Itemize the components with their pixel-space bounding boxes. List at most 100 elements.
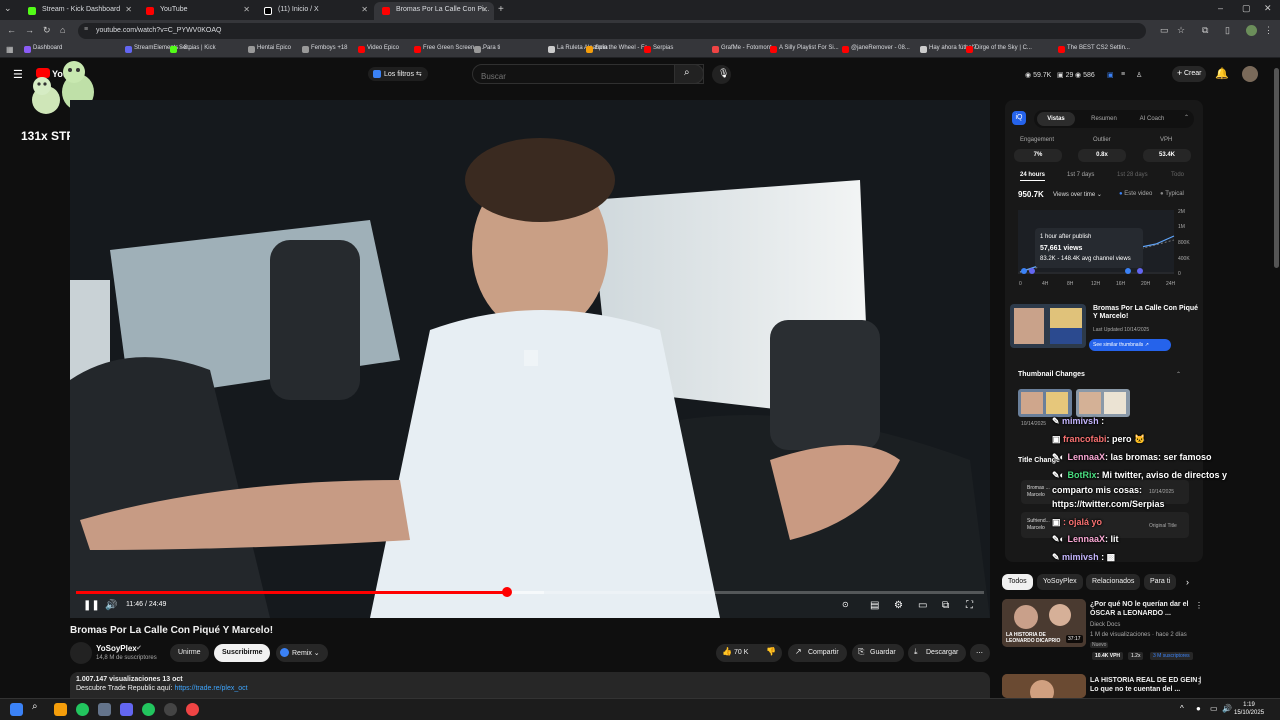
bookmark-item[interactable]: GrafMe - Fotomont... [712, 45, 777, 53]
bookmark-item[interactable]: Video Epico [358, 45, 399, 53]
bookmark-item[interactable]: Serpias [644, 45, 673, 53]
bookmark-item[interactable]: Free Green Screen -... [414, 45, 483, 53]
chip-for-you[interactable]: Para ti [1144, 574, 1177, 590]
page-scrollbar[interactable] [1273, 60, 1280, 698]
recommended-title[interactable]: ¿Por qué NO le querían dar el ÓSCAR a LE… [1090, 600, 1202, 618]
sidebar-icon[interactable]: ▯ [1225, 25, 1230, 36]
tab-youtube[interactable]: YouTube ✕ [138, 2, 256, 20]
tab-active-video[interactable]: Bromas Por La Calle Con Pi... ✕ [374, 2, 494, 20]
search-button[interactable]: ⌕ [674, 64, 704, 84]
scrubber-handle[interactable] [501, 587, 512, 597]
channel-name[interactable]: YoSoyPlex [96, 644, 137, 653]
save-button[interactable]: ⎘ Guardar [852, 644, 904, 662]
video-thumbnail-card[interactable] [1010, 304, 1086, 348]
spotify-icon[interactable] [142, 703, 155, 716]
notifications-bell-icon[interactable]: 🔔 [1215, 67, 1229, 80]
close-icon[interactable]: ✕ [243, 5, 250, 14]
join-button[interactable]: Unirme [170, 644, 209, 662]
channel-avatar[interactable] [70, 642, 92, 664]
site-info-icon[interactable]: ≡ [84, 26, 88, 33]
bookmark-item[interactable]: Femboys +18 [302, 45, 348, 53]
tray-chevron-icon[interactable]: ^ [1180, 704, 1184, 713]
create-button[interactable]: + Crear [1172, 66, 1206, 82]
filters-button[interactable]: Los filtros ⇆ [368, 67, 428, 81]
collapse-icon[interactable]: ⌃ [1176, 371, 1181, 378]
pause-icon[interactable]: ❚❚ [83, 600, 100, 611]
range-24-hours[interactable]: 24 hours [1020, 172, 1046, 181]
tab-kick-dashboard[interactable]: Stream - Kick Dashboard ✕ [20, 2, 138, 20]
see-similar-thumbnails-button[interactable]: See similar thumbnails ↗ [1089, 339, 1171, 351]
taskbar-clock[interactable]: 1:19 15/10/2025 [1234, 701, 1264, 717]
chip-channel[interactable]: YoSoyPlex [1037, 574, 1083, 590]
thumbs-down-icon[interactable]: 👎 [766, 647, 776, 656]
views-mode-dropdown[interactable]: Views over time ⌄ [1053, 191, 1102, 198]
tab-ai-coach[interactable]: AI Coach [1130, 112, 1174, 126]
file-explorer-icon[interactable] [54, 703, 67, 716]
fullscreen-icon[interactable]: ⛶ [966, 600, 973, 611]
bookmark-item[interactable]: A Silly Playlist For Si... [770, 45, 839, 53]
autoplay-toggle[interactable]: ⊙ [842, 600, 849, 609]
bookmark-item[interactable]: Dashboard [24, 45, 62, 53]
network-icon[interactable]: ▭ [1210, 704, 1218, 713]
bookmark-item[interactable]: Para ti [474, 45, 500, 53]
tab-vistas[interactable]: Vistas [1037, 112, 1075, 126]
more-vertical-icon[interactable]: ⋮ [1195, 601, 1203, 610]
download-button[interactable]: ⤓ Descargar [908, 644, 967, 662]
bookmark-item[interactable]: Serpias | Kick [170, 45, 216, 53]
close-window-icon[interactable]: ✕ [1264, 3, 1272, 14]
recommended-thumbnail[interactable]: LA HISTORIA DE LEONARDO DICAPRIO 37:17 [1002, 599, 1086, 647]
forward-icon[interactable]: → [25, 25, 34, 35]
tab-search-icon[interactable]: ⌄ [4, 3, 12, 14]
bookmark-item[interactable]: Spin the Wheel - Fr... [586, 45, 651, 53]
progress-bar[interactable] [76, 591, 984, 594]
like-dislike-group[interactable]: 👍 70 K 👎 [716, 644, 782, 662]
chip-related[interactable]: Relacionados [1086, 574, 1141, 590]
windows-start-icon[interactable] [10, 703, 23, 716]
cast-icon[interactable]: ▭ [1160, 25, 1169, 36]
discord-icon[interactable] [120, 703, 133, 716]
scrollbar-thumb[interactable] [1274, 68, 1279, 268]
subtitles-icon[interactable]: ▤ [870, 600, 879, 611]
range-28-days[interactable]: 1st 28 days [1117, 172, 1148, 178]
volume-tray-icon[interactable]: 🔊 [1222, 704, 1232, 713]
voice-search-button[interactable]: 🎙 [712, 65, 731, 84]
search-input[interactable] [472, 64, 704, 84]
miniplayer-icon[interactable]: ▭ [918, 600, 927, 611]
recommended-title[interactable]: LA HISTORIA REAL DE ED GEIN | Lo que no … [1090, 676, 1202, 694]
bookmark-item[interactable]: Hentai Epico [248, 45, 291, 53]
profile-avatar[interactable] [1246, 25, 1257, 36]
maximize-icon[interactable]: ▢ [1242, 3, 1251, 14]
bookmark-item[interactable]: @janeRemover - 08... [842, 45, 910, 53]
remix-button[interactable]: Remix ⌄ [276, 644, 328, 662]
description-link[interactable]: https://trade.re/plex_oct [174, 685, 247, 692]
app-icon[interactable] [186, 703, 199, 716]
volume-icon[interactable]: 🔊 [105, 600, 117, 611]
more-vertical-icon[interactable]: ⋮ [1195, 677, 1203, 686]
apps-icon[interactable]: ▦ [6, 45, 14, 54]
chip-todos[interactable]: Todos [1002, 574, 1033, 590]
list-icon[interactable]: ≡ [1121, 71, 1125, 78]
video-player[interactable] [70, 100, 990, 618]
chrome-icon[interactable] [76, 703, 89, 716]
close-icon[interactable]: ✕ [125, 5, 132, 14]
recommended-channel[interactable]: Dieck Docs [1090, 622, 1120, 628]
thumbs-up-icon[interactable]: 👍 [722, 647, 732, 656]
subscribe-button[interactable]: Suscribirme [214, 644, 271, 662]
search-icon[interactable]: ⌕ [32, 701, 45, 714]
minimize-icon[interactable]: – [1218, 3, 1223, 13]
obs-icon[interactable] [164, 703, 177, 716]
bookmark-item[interactable]: Dirge of the Sky | C... [966, 45, 1032, 53]
tab-resumen[interactable]: Resumen [1082, 112, 1126, 126]
more-actions-button[interactable]: ⋯ [970, 644, 990, 662]
extensions-icon[interactable]: ⧉ [1202, 25, 1208, 36]
mic-tray-icon[interactable]: ● [1196, 704, 1201, 713]
share-button[interactable]: ↗ Compartir [788, 644, 847, 662]
settings-gear-icon[interactable]: ⚙ [894, 600, 903, 611]
menu-icon[interactable]: ⋮ [1264, 25, 1273, 36]
bell-outline-icon[interactable]: ♙ [1136, 71, 1142, 79]
extension-icon[interactable]: ▣ [1107, 71, 1114, 79]
reload-icon[interactable]: ↻ [43, 25, 51, 36]
range-7-days[interactable]: 1st 7 days [1067, 172, 1094, 178]
range-all[interactable]: Todo [1171, 172, 1184, 178]
close-icon[interactable]: ✕ [361, 5, 368, 14]
